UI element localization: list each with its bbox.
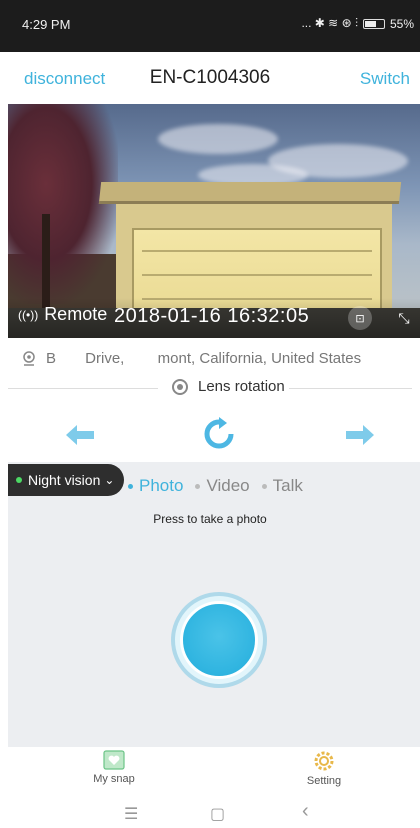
door-panel — [142, 250, 372, 252]
tab-my-snap[interactable]: My snap — [54, 750, 174, 785]
lens-rotation-row: Lens rotation — [8, 378, 412, 400]
snapshot-quality-icon[interactable]: ⊡ — [348, 306, 372, 330]
tab-setting[interactable]: Setting — [264, 750, 384, 787]
tab-dot — [195, 483, 201, 489]
signal-icon: ((•)) — [18, 307, 39, 322]
lens-icon — [172, 378, 188, 395]
arrow-right-icon[interactable] — [342, 421, 376, 449]
fullscreen-icon[interactable]: ⤡ — [392, 306, 416, 330]
remote-indicator: ((•)) Remote — [18, 304, 107, 325]
rotate-icon[interactable] — [202, 417, 236, 451]
door-panel — [142, 274, 372, 276]
lens-rotation-label: Lens rotation — [198, 378, 285, 395]
mode-tabs: Photo Video Talk — [128, 476, 303, 496]
status-icons: ... ✱ ≋ ⊛ ⫶ 55% — [301, 16, 414, 31]
lens-rotation-button[interactable]: Lens rotation — [168, 378, 289, 395]
tree — [8, 104, 118, 304]
location-pin-icon — [23, 350, 35, 366]
tab-photo-label: Photo — [139, 476, 184, 495]
switch-button[interactable]: Switch — [360, 69, 410, 89]
night-vision-toggle[interactable]: Night vision ⌄ — [8, 464, 125, 496]
tab-dot — [261, 483, 267, 489]
tab-video[interactable]: Video — [195, 476, 250, 496]
remote-label: Remote — [44, 304, 108, 324]
menu-icon[interactable]: ☰ — [124, 804, 138, 824]
camera-view[interactable]: ((•)) Remote 2018-01-16 16:32:05 ⊡ ⤡ — [8, 104, 420, 338]
battery-percent: 55% — [389, 16, 414, 31]
capture-hint: Press to take a photo — [153, 512, 267, 526]
tab-talk[interactable]: Talk — [261, 476, 303, 496]
status-time: 4:29 PM — [22, 17, 71, 32]
header: disconnect EN-C1004306 Switch — [0, 52, 420, 104]
camera-timestamp: 2018-01-16 16:32:05 — [114, 305, 310, 327]
location-row: B Drive, mont, California, United States — [22, 350, 361, 367]
system-nav-bar: ☰ ▢ ‹ — [0, 800, 420, 828]
status-indicators: ... ✱ ≋ ⊛ ⫶ — [301, 16, 358, 30]
divider — [8, 388, 158, 389]
divider — [288, 388, 412, 389]
cloud — [158, 124, 278, 154]
chevron-down-icon: ⌄ — [104, 473, 115, 487]
status-bar: 4:29 PM ... ✱ ≋ ⊛ ⫶ 55% — [0, 0, 420, 52]
shutter-button[interactable] — [180, 601, 258, 679]
tab-talk-label: Talk — [272, 476, 303, 495]
gear-icon — [314, 751, 334, 771]
photo-heart-icon — [103, 750, 125, 770]
back-icon[interactable]: ‹ — [302, 800, 309, 823]
shutter-ring — [175, 596, 263, 684]
arrow-left-icon[interactable] — [64, 421, 98, 449]
pan-controls — [0, 415, 420, 455]
tab-setting-label: Setting — [306, 775, 342, 787]
device-title: EN-C1004306 — [149, 67, 271, 88]
night-vision-label: Night vision — [28, 472, 101, 488]
battery-icon — [362, 18, 385, 29]
tab-photo[interactable]: Photo — [128, 476, 183, 496]
bottom-tab-bar: My snap Setting — [0, 748, 420, 798]
home-icon[interactable]: ▢ — [210, 804, 225, 824]
tab-video-label: Video — [206, 476, 250, 495]
night-vision-status-dot — [16, 477, 22, 483]
tab-my-snap-label: My snap — [93, 773, 135, 785]
tab-dot — [128, 483, 133, 489]
location-text: B Drive, mont, California, United States — [46, 350, 362, 367]
garage-roof — [98, 182, 402, 204]
